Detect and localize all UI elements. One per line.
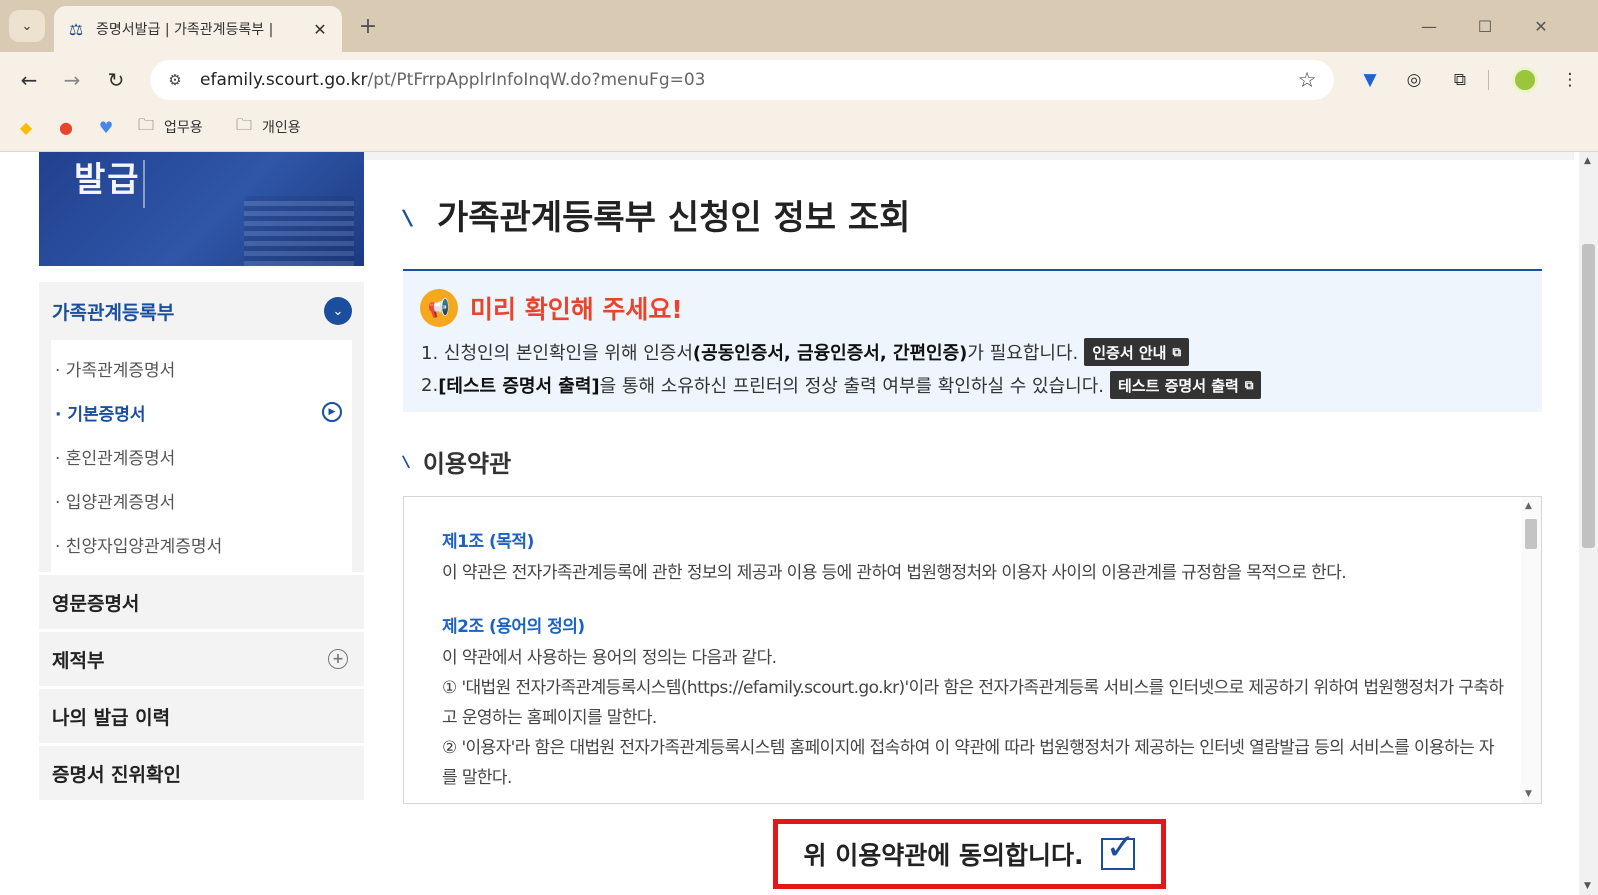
bookmark-red-icon[interactable]: ● xyxy=(55,116,77,138)
scroll-down-arrow-icon[interactable]: ▼ xyxy=(1525,789,1532,799)
chevron-down-icon[interactable]: ⌄ xyxy=(324,297,352,325)
forward-button[interactable]: → xyxy=(57,65,87,95)
back-button[interactable]: ← xyxy=(14,65,44,95)
chevron-down-icon: ⌄ xyxy=(21,18,33,34)
folder-icon: 🗀 xyxy=(236,114,253,134)
page-title: 가족관계등록부 신청인 정보 조회 xyxy=(437,198,911,238)
browser-toolbar: ← → ↻ ⚙ efamily.scourt.go.kr/pt/PtFrrpAp… xyxy=(0,52,1598,108)
content-top-strip xyxy=(364,152,1574,160)
bookmark-heart-icon[interactable]: ♥ xyxy=(95,116,117,138)
page-scroll-thumb[interactable] xyxy=(1582,244,1595,548)
sidebar-item-english-cert[interactable]: 영문증명서 xyxy=(39,575,364,629)
terms-heading: \ 이용약관 xyxy=(401,450,512,478)
sidebar-menu: 가족관계등록부 ⌄ · 가족관계증명서 · 기본증명서 ▶ · 혼인관계증명서 ·… xyxy=(39,282,364,800)
google-apps-icon[interactable]: ◆ xyxy=(15,116,37,138)
page-title-block: \ 가족관계등록부 신청인 정보 조회 xyxy=(401,190,911,239)
test-print-button[interactable]: 테스트 증명서 출력 ⧉ xyxy=(1110,371,1262,399)
close-window-button[interactable]: ✕ xyxy=(1526,12,1556,40)
extensions-puzzle-icon[interactable]: ⧉ xyxy=(1446,66,1474,94)
menu-kebab-icon[interactable]: ⋮ xyxy=(1556,66,1584,94)
terms-scroll-thumb[interactable] xyxy=(1525,519,1537,549)
article-2-text-1: 이 약관에서 사용하는 용어의 정의는 다음과 같다. xyxy=(442,648,777,668)
scroll-up-arrow-icon[interactable]: ▲ xyxy=(1584,156,1591,166)
notice-line-2: 2. [테스트 증명서 출력] 을 통해 소유하신 프린터의 정상 출력 여부를 … xyxy=(421,371,1262,399)
certificate-guide-button[interactable]: 인증서 안내 ⧉ xyxy=(1084,338,1190,366)
banner-books-image xyxy=(244,196,354,266)
scroll-up-arrow-icon[interactable]: ▲ xyxy=(1525,501,1532,511)
toolbar-divider xyxy=(1488,70,1489,90)
court-seal-icon: ⚖ xyxy=(68,19,84,39)
external-link-icon: ⧉ xyxy=(1244,377,1254,392)
bookmark-folder-personal[interactable]: 🗀 개인용 xyxy=(236,114,301,140)
external-link-icon: ⧉ xyxy=(1172,344,1182,359)
article-2-text-2: ① '대법원 전자가족관계등록시스템(https://efamily.scour… xyxy=(442,678,1504,728)
megaphone-icon: 📢 xyxy=(420,289,458,327)
close-tab-icon[interactable]: ✕ xyxy=(310,19,330,39)
site-info-icon[interactable]: ⚙ xyxy=(162,67,188,93)
subtitle-bullet-icon: \ xyxy=(401,451,411,472)
extension-mouse-icon[interactable]: ◎ xyxy=(1400,66,1428,94)
play-circle-icon: ▶ xyxy=(322,402,342,422)
sidebar-submenu: · 가족관계증명서 · 기본증명서 ▶ · 혼인관계증명서 · 입양관계증명서 ·… xyxy=(39,340,364,572)
address-bar[interactable]: ⚙ efamily.scourt.go.kr/pt/PtFrrpApplrInf… xyxy=(150,60,1334,100)
article-1-title: 제1조 (목적) xyxy=(442,532,534,552)
notice-line-1: 1. 신청인의 본인확인을 위해 인증서 (공동인증서, 금융인증서, 간편인증)… xyxy=(421,338,1190,366)
sidebar-item-cert-verify[interactable]: 증명서 진위확인 xyxy=(39,746,364,800)
sidebar-item-my-history[interactable]: 나의 발급 이력 xyxy=(39,689,364,743)
sidebar-section-family-register[interactable]: 가족관계등록부 ⌄ xyxy=(39,282,364,340)
checkmark-icon: ✓ xyxy=(1105,827,1136,868)
url-text[interactable]: efamily.scourt.go.kr/pt/PtFrrpApplrInfoI… xyxy=(200,70,1292,90)
title-bullet-icon: \ xyxy=(401,204,414,232)
notice-title: 미리 확인해 주세요! xyxy=(470,295,683,324)
scroll-down-arrow-icon[interactable]: ▼ xyxy=(1584,881,1591,891)
agree-terms-checkbox[interactable]: ✓ xyxy=(1101,830,1136,870)
new-tab-button[interactable]: + xyxy=(354,12,382,40)
profile-avatar[interactable] xyxy=(1512,67,1538,93)
article-2-text-3: ② '이용자'라 함은 대법원 전자가족관계등록시스템 홈페이지에 접속하여 이… xyxy=(442,738,1495,788)
notice-box: 📢 미리 확인해 주세요! 1. 신청인의 본인확인을 위해 인증서 (공동인증서… xyxy=(403,269,1542,412)
bookmark-star-icon[interactable]: ☆ xyxy=(1292,65,1322,95)
sidebar-item-adoption-cert[interactable]: · 입양관계증명서 xyxy=(51,478,352,522)
tab-strip: ⌄ ⚖ 증명서발급 | 가족관계등록부 | ✕ + — ☐ ✕ xyxy=(0,0,1598,52)
article-1-text: 이 약관은 전자가족관계등록에 관한 정보의 제공과 이용 등에 관하여 법원행… xyxy=(442,563,1347,583)
folder-icon: 🗀 xyxy=(138,114,155,134)
bookmark-folder-work[interactable]: 🗀 업무용 xyxy=(138,114,203,140)
extension-shield-icon[interactable]: ▼ xyxy=(1356,66,1384,94)
sidebar-item-marriage-cert[interactable]: · 혼인관계증명서 xyxy=(51,434,352,478)
agree-terms-highlight[interactable]: 위 이용약관에 동의합니다. ✓ xyxy=(773,819,1166,889)
page-scrollbar[interactable]: ▲ ▼ xyxy=(1579,152,1598,895)
maximize-button[interactable]: ☐ xyxy=(1470,12,1500,40)
terms-scroll-box[interactable]: 제1조 (목적) 이 약관은 전자가족관계등록에 관한 정보의 제공과 이용 등… xyxy=(403,496,1542,804)
page-viewport: 발급 가족관계등록부 ⌄ · 가족관계증명서 · 기본증명서 ▶ · 혼인관계증명… xyxy=(0,152,1598,895)
sidebar-item-basic-cert[interactable]: · 기본증명서 ▶ xyxy=(51,390,352,434)
tab-title: 증명서발급 | 가족관계등록부 | xyxy=(96,22,274,38)
sidebar-item-full-adoption-cert[interactable]: · 친양자입양관계증명서 xyxy=(51,522,352,566)
banner-text: 발급 xyxy=(74,160,141,200)
sidebar-item-family-relation-cert[interactable]: · 가족관계증명서 xyxy=(51,346,352,390)
agree-terms-label[interactable]: 위 이용약관에 동의합니다. xyxy=(804,836,1084,872)
minimize-button[interactable]: — xyxy=(1414,12,1444,40)
reload-button[interactable]: ↻ xyxy=(101,65,131,95)
tab-search-button[interactable]: ⌄ xyxy=(9,10,45,42)
terms-scrollbar[interactable]: ▲ ▼ xyxy=(1521,497,1541,803)
plus-circle-icon[interactable]: + xyxy=(328,649,348,669)
section-banner: 발급 xyxy=(39,152,364,266)
browser-tab[interactable]: ⚖ 증명서발급 | 가족관계등록부 | ✕ xyxy=(54,6,342,52)
article-2-title: 제2조 (용어의 정의) xyxy=(442,617,585,637)
sidebar-item-removed-register[interactable]: 제적부 + xyxy=(39,632,364,686)
terms-content: 제1조 (목적) 이 약관은 전자가족관계등록에 관한 정보의 제공과 이용 등… xyxy=(442,527,1504,793)
banner-divider xyxy=(143,160,145,208)
